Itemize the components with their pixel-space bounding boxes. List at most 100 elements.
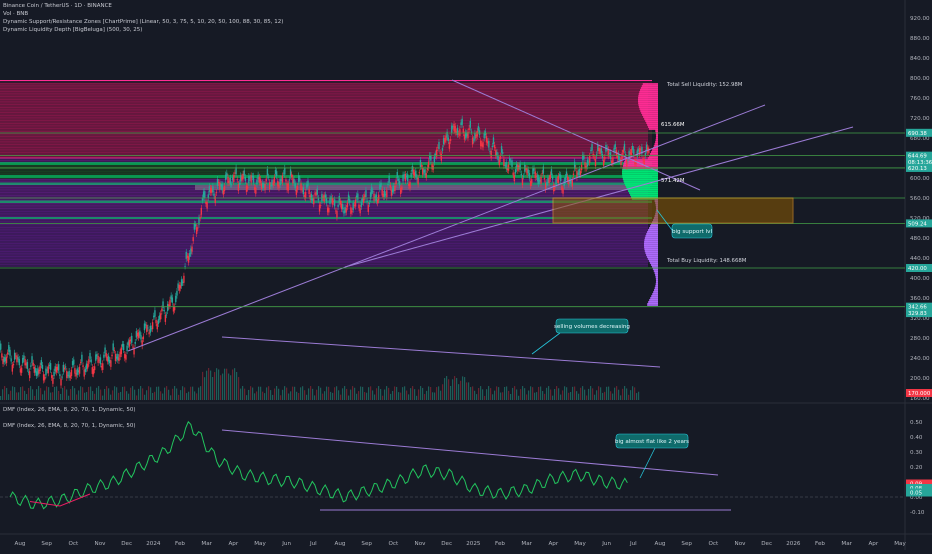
volume-bar [588,389,589,400]
volume-bar [26,394,27,400]
volume-bar [560,395,561,400]
candle-body [59,374,60,376]
candle-body [503,159,504,166]
volume-bar [204,377,205,400]
time-tick-label: Dec [121,541,132,547]
volume-bar [428,386,429,400]
candle-body [139,331,140,336]
volume-bar [334,387,335,400]
indicator-legend-zones: Dynamic Support/Resistance Zones [ChartP… [3,19,283,26]
volume-bar [74,388,75,400]
candle-body [371,187,372,194]
main-chart-svg[interactable]: Total Sell Liquidity: 152.98MTotal Buy L… [0,0,932,550]
volume-bar [10,391,11,400]
volume-bar [452,379,453,400]
volume-bar [96,388,97,400]
volume-bar [92,391,93,400]
time-tick-label: Jul [309,541,317,547]
time-tick-label: May [574,541,586,547]
dmf-tick-label: 0.40 [910,435,923,441]
candle-body [519,163,520,169]
volume-bar [80,386,81,400]
candle-body [216,192,217,193]
volume-bar [562,390,563,400]
volume-bar [624,386,625,400]
volume-bar [610,391,611,400]
volume-bar [102,396,103,400]
volume-bar [378,386,379,400]
volume-bar [348,396,349,400]
candle-body [50,363,51,370]
volume-bar [496,386,497,400]
candle-body [296,189,297,195]
candle-body [9,350,10,356]
time-tick-label: Feb [495,541,505,547]
candle-body [248,176,249,183]
volume-bar [114,386,115,400]
volume-bar [110,395,111,400]
volume-bar [432,392,433,400]
volume-bar [72,386,73,400]
candle-body [551,169,552,175]
candle-body [528,170,529,173]
candle-body [90,360,91,363]
volume-bar [638,392,639,400]
volume-bar [372,390,373,400]
volume-bar [82,387,83,400]
volume-bar [150,387,151,400]
volume-bar [152,393,153,400]
volume-bar [60,394,61,400]
volume-bar [200,386,201,400]
volume-bar [474,391,475,400]
candle-body [111,355,112,356]
volume-bar [430,387,431,400]
volume-bar [354,388,355,400]
chart-root[interactable]: Total Sell Liquidity: 152.98MTotal Buy L… [0,0,932,550]
candle-body [224,186,225,191]
dmf-badge-label: 0.05 [910,491,922,497]
candle-body [560,175,561,181]
volume-bar [130,388,131,400]
candle-body [172,297,173,302]
candle-body [421,165,422,166]
volume-bar [34,396,35,400]
candle-body [61,377,62,378]
candle-body [0,344,1,350]
volume-bar [538,387,539,400]
volume-bar [302,386,303,400]
candle-body [428,162,429,168]
volume-bar [552,396,553,400]
candle-body [357,193,358,199]
candle-body [511,160,512,167]
volume-bar [478,388,479,400]
volume-bar [222,374,223,400]
candle-body [157,324,158,330]
volume-bar [564,386,565,400]
candle-body [529,173,530,179]
dmf-tick-label: 0.20 [910,465,923,471]
volume-bar [2,389,3,400]
candle-body [65,366,66,367]
candle-body [255,188,256,194]
candle-body [307,181,308,187]
candle-body [1,353,2,357]
volume-bar [78,390,79,400]
candle-body [13,364,14,365]
volume-bar [408,394,409,400]
volume-bar [488,386,489,400]
candle-body [426,173,427,177]
candle-body [103,355,104,358]
candle-body [612,157,613,163]
candle-body [183,276,184,283]
candle-body [71,370,72,376]
volume-bar [4,386,5,400]
volume-bar [598,386,599,400]
time-tick-label: Nov [95,541,107,547]
volume-bar [196,393,197,400]
volume-bar [116,387,117,400]
candle-body [285,179,286,181]
candle-body [208,194,209,198]
candle-body [176,291,177,296]
time-tick-label: Mar [201,541,212,547]
candle-body [226,173,227,177]
